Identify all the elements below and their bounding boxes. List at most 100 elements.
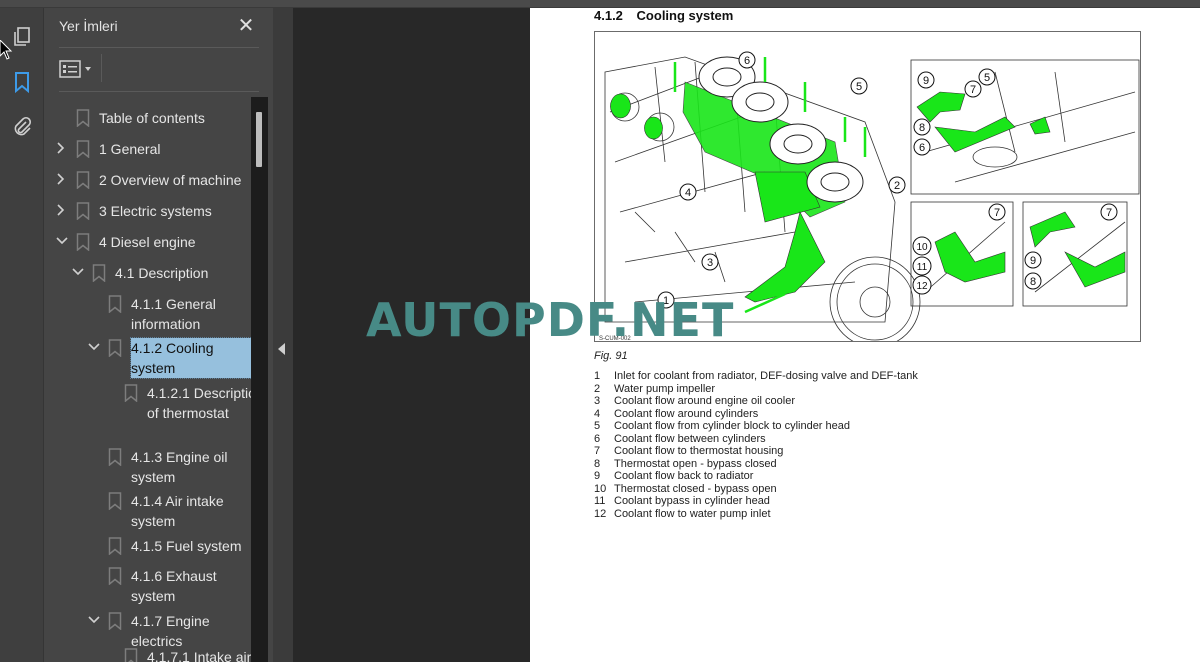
bookmark-icon (108, 492, 122, 511)
svg-text:8: 8 (1030, 276, 1036, 288)
callout-5-top: 5 (978, 68, 996, 86)
engine-illustration: 1 2 3 4 5 6 9 7 5 8 6 7 10 11 12 7 9 8 S… (599, 51, 1140, 342)
callout-7-left: 7 (988, 203, 1006, 221)
legend-text: Coolant bypass in cylinder head (614, 495, 770, 507)
bookmark-label: 4.1.6 Exhaust system (131, 568, 217, 604)
legend-item: 6 Coolant flow between cylinders (594, 433, 918, 446)
window-top-bar (0, 0, 1200, 8)
svg-text:1: 1 (663, 295, 669, 307)
callout-7-top: 7 (964, 80, 982, 98)
svg-text:10: 10 (916, 242, 928, 253)
callout-1: 1 (657, 291, 675, 309)
bookmark-icon (76, 140, 90, 159)
callout-9-top: 9 (917, 71, 935, 89)
svg-text:7: 7 (1106, 207, 1112, 219)
svg-text:2: 2 (894, 180, 900, 192)
section-number: 4.1.2 (594, 8, 623, 23)
bookmark-icon (76, 109, 90, 128)
bookmarks-panel: Yer İmleri ✕ Table of contents 1 General 2… (44, 8, 273, 662)
legend-text: Coolant flow to thermostat housing (614, 445, 784, 457)
attachments-icon[interactable] (10, 115, 34, 139)
legend-number: 3 (594, 395, 601, 407)
panel-splitter[interactable] (273, 8, 293, 662)
legend-number: 10 (594, 482, 607, 495)
legend-item: 2 Water pump impeller (594, 383, 918, 396)
divider (101, 54, 102, 82)
legend-text: Coolant flow to water pump inlet (614, 507, 771, 520)
scrollbar[interactable] (251, 97, 268, 662)
legend-number: 12 (594, 507, 607, 520)
bookmark-label: 3 Electric systems (99, 203, 212, 219)
svg-text:11: 11 (917, 262, 928, 273)
close-icon[interactable]: ✕ (236, 15, 256, 35)
svg-text:9: 9 (1030, 255, 1036, 267)
legend-number: 11 (594, 495, 606, 507)
bookmark-icon (108, 567, 122, 586)
callout-9-right: 9 (1024, 251, 1042, 269)
bookmark-label: 4 Diesel engine (99, 234, 196, 250)
bookmark-label: 4.1.3 Engine oil system (131, 449, 228, 485)
divider (59, 91, 259, 92)
bookmark-label: 4.1.1 General information (131, 296, 216, 332)
callout-5: 5 (850, 77, 868, 95)
bookmark-icon (108, 448, 122, 467)
chevron-down-icon[interactable] (56, 235, 68, 249)
chevron-right-icon[interactable] (56, 142, 68, 156)
panel-title: Yer İmleri (59, 18, 118, 34)
bookmarks-icon[interactable] (10, 70, 34, 94)
legend-text: Coolant flow around engine oil cooler (614, 395, 796, 407)
chevron-right-icon[interactable] (56, 204, 68, 218)
mouse-cursor-icon (0, 40, 13, 60)
callout-10: 10 (912, 236, 932, 256)
bookmark-icon (76, 171, 90, 190)
divider (59, 47, 259, 48)
scrollbar-thumb[interactable] (256, 112, 262, 167)
section-heading: 4.1.2 Cooling system (594, 8, 733, 23)
bookmark-label: 2 Overview of machine (99, 172, 242, 188)
bookmark-label: 4.1.7 Engine electrics (131, 613, 210, 649)
figure-code: S-CUM-002 (599, 336, 631, 342)
legend-number: 6 (594, 432, 601, 445)
callout-8-right: 8 (1024, 272, 1042, 290)
chevron-down-icon[interactable] (88, 614, 100, 628)
svg-text:9: 9 (923, 75, 929, 87)
bookmark-label: 4.1 Description (115, 265, 209, 281)
legend-number: 4 (594, 407, 601, 420)
legend-text: Coolant flow between cylinders (614, 432, 766, 445)
legend-text: Inlet for coolant from radiator, DEF-dos… (614, 370, 918, 382)
svg-text:5: 5 (984, 72, 990, 84)
legend-text: Coolant flow back to radiator (614, 470, 754, 482)
bookmark-icon (124, 648, 138, 662)
bookmark-tree: Table of contents 1 General 2 Overview of … (44, 96, 254, 662)
figure-caption: Fig. 91 (594, 350, 628, 362)
legend-text: Thermostat open - bypass closed (614, 457, 777, 470)
collapse-panel-icon[interactable] (278, 343, 285, 355)
chevron-down-icon[interactable] (72, 266, 84, 280)
legend-item: 5 Coolant flow from cylinder block to cyl… (594, 420, 918, 433)
tool-rail (0, 8, 44, 662)
bookmark-icon (108, 612, 122, 631)
bookmark-label: 4.1.2 Cooling system (130, 337, 253, 379)
chevron-right-icon[interactable] (56, 173, 68, 187)
legend-item: 11 Coolant bypass in cylinder head (594, 495, 918, 508)
bookmark-icon (76, 202, 90, 221)
callout-11: 11 (912, 256, 932, 276)
chevron-down-icon[interactable] (88, 341, 100, 355)
legend-number: 9 (594, 470, 601, 482)
bookmark-icon (92, 264, 106, 283)
bookmark-label: Table of contents (99, 110, 205, 126)
bookmark-icon (108, 537, 122, 556)
svg-text:7: 7 (994, 207, 1000, 219)
bookmark-icon (108, 295, 122, 314)
legend-number: 7 (594, 445, 601, 457)
callout-3: 3 (701, 253, 719, 271)
bookmark-icon (124, 384, 138, 403)
callout-4: 4 (679, 183, 697, 201)
bookmark-icon (76, 233, 90, 252)
options-button[interactable] (59, 58, 95, 80)
svg-text:7: 7 (970, 84, 976, 96)
svg-text:12: 12 (916, 281, 928, 292)
legend-item: 12 Coolant flow to water pump inlet (594, 508, 918, 521)
bookmark-label: 4.1.5 Fuel system (131, 538, 242, 554)
callout-6-top: 6 (913, 138, 931, 156)
